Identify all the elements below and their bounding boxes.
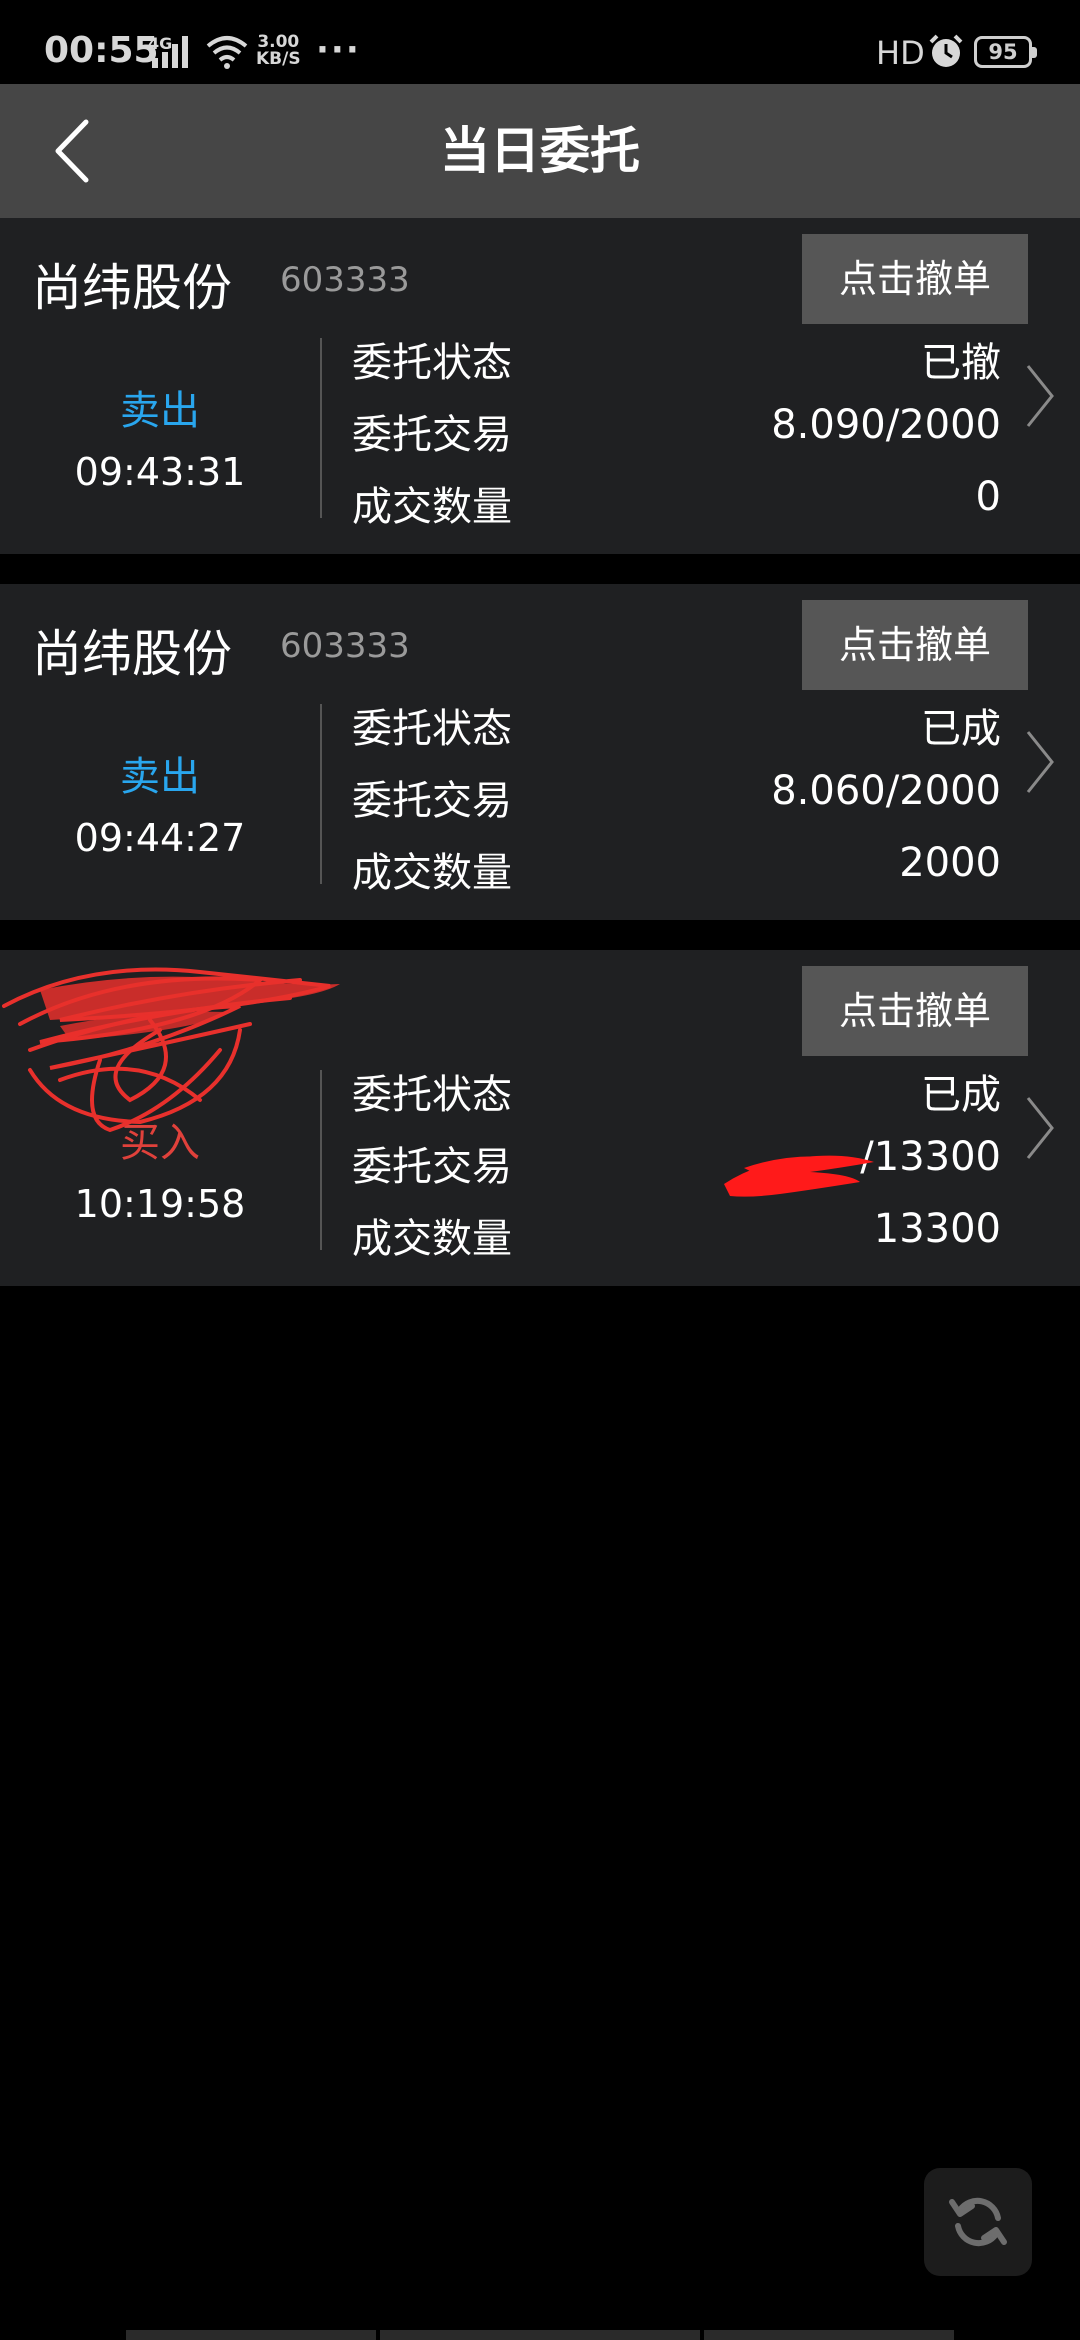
refresh-button[interactable] — [924, 2168, 1032, 2276]
order-side: 卖出 — [120, 754, 200, 800]
trade-value: 8.060/2000 — [771, 768, 1001, 814]
cancel-order-button[interactable]: 点击撤单 — [802, 966, 1028, 1056]
order-card[interactable]: 尚纬股份 603333 点击撤单 卖出 09:44:27 委托状态 已成 委托交… — [0, 584, 1080, 920]
filled-value: 13300 — [873, 1206, 1001, 1252]
stock-name: 尚纬股份 — [32, 625, 232, 683]
status-label: 委托状态 — [352, 340, 512, 386]
trade-label: 委托交易 — [352, 412, 512, 458]
more-notifications: ··· — [316, 30, 361, 70]
page-title: 当日委托 — [440, 122, 640, 180]
filled-label: 成交数量 — [352, 850, 512, 896]
speed-unit: KB/S — [256, 49, 301, 69]
stock-code: 603333 — [280, 260, 410, 300]
hd-indicator: HD — [876, 34, 925, 72]
trade-value: /13300 — [860, 1134, 1001, 1180]
order-time: 10:19:58 — [74, 1182, 246, 1226]
bottom-tab-segment — [126, 2330, 376, 2340]
wifi-icon — [206, 36, 248, 69]
filled-value: 2000 — [899, 840, 1001, 886]
cancel-order-button[interactable]: 点击撤单 — [802, 600, 1028, 690]
trade-value: 8.090/2000 — [771, 402, 1001, 448]
chevron-right-icon[interactable] — [1020, 712, 1060, 812]
filled-label: 成交数量 — [352, 1216, 512, 1262]
stock-code: 603333 — [280, 626, 410, 666]
trade-label: 委托交易 — [352, 1144, 512, 1190]
alarm-icon — [929, 34, 963, 67]
app-header: 当日委托 — [0, 84, 1080, 218]
status-value: 已成 — [921, 706, 1001, 752]
status-label: 委托状态 — [352, 1072, 512, 1118]
order-card[interactable]: 点击撤单 买入 10:19:58 委托状态 已成 委托交易 /13300 成交数… — [0, 950, 1080, 1286]
cancel-order-button[interactable]: 点击撤单 — [802, 234, 1028, 324]
filled-label: 成交数量 — [352, 484, 512, 530]
signal-icon — [152, 36, 188, 68]
divider — [320, 338, 322, 518]
status-time: 00:55 — [44, 30, 159, 71]
status-label: 委托状态 — [352, 706, 512, 752]
stock-name: 尚纬股份 — [32, 259, 232, 317]
status-bar: 00:55 4G 3.00 KB/S ··· HD 95 — [0, 0, 1080, 84]
order-card[interactable]: 尚纬股份 603333 点击撤单 卖出 09:43:31 委托状态 已撤 委托交… — [0, 218, 1080, 554]
filled-value: 0 — [975, 474, 1001, 520]
order-side: 卖出 — [120, 388, 200, 434]
order-side: 买入 — [120, 1120, 200, 1166]
trade-label: 委托交易 — [352, 778, 512, 824]
order-time: 09:44:27 — [74, 816, 246, 860]
status-value: 已撤 — [921, 340, 1001, 386]
divider — [320, 1070, 322, 1250]
divider — [320, 704, 322, 884]
refresh-icon — [949, 2197, 1007, 2247]
bottom-tab-segment — [704, 2330, 954, 2340]
status-value: 已成 — [921, 1072, 1001, 1118]
redaction-scribble — [724, 1155, 874, 1197]
network-speed: 3.00 KB/S — [256, 34, 301, 68]
chevron-right-icon[interactable] — [1020, 1078, 1060, 1178]
bottom-tab-segment — [380, 2330, 700, 2340]
chevron-right-icon[interactable] — [1020, 346, 1060, 446]
order-time: 09:43:31 — [74, 450, 246, 494]
battery-indicator: 95 — [974, 36, 1037, 68]
